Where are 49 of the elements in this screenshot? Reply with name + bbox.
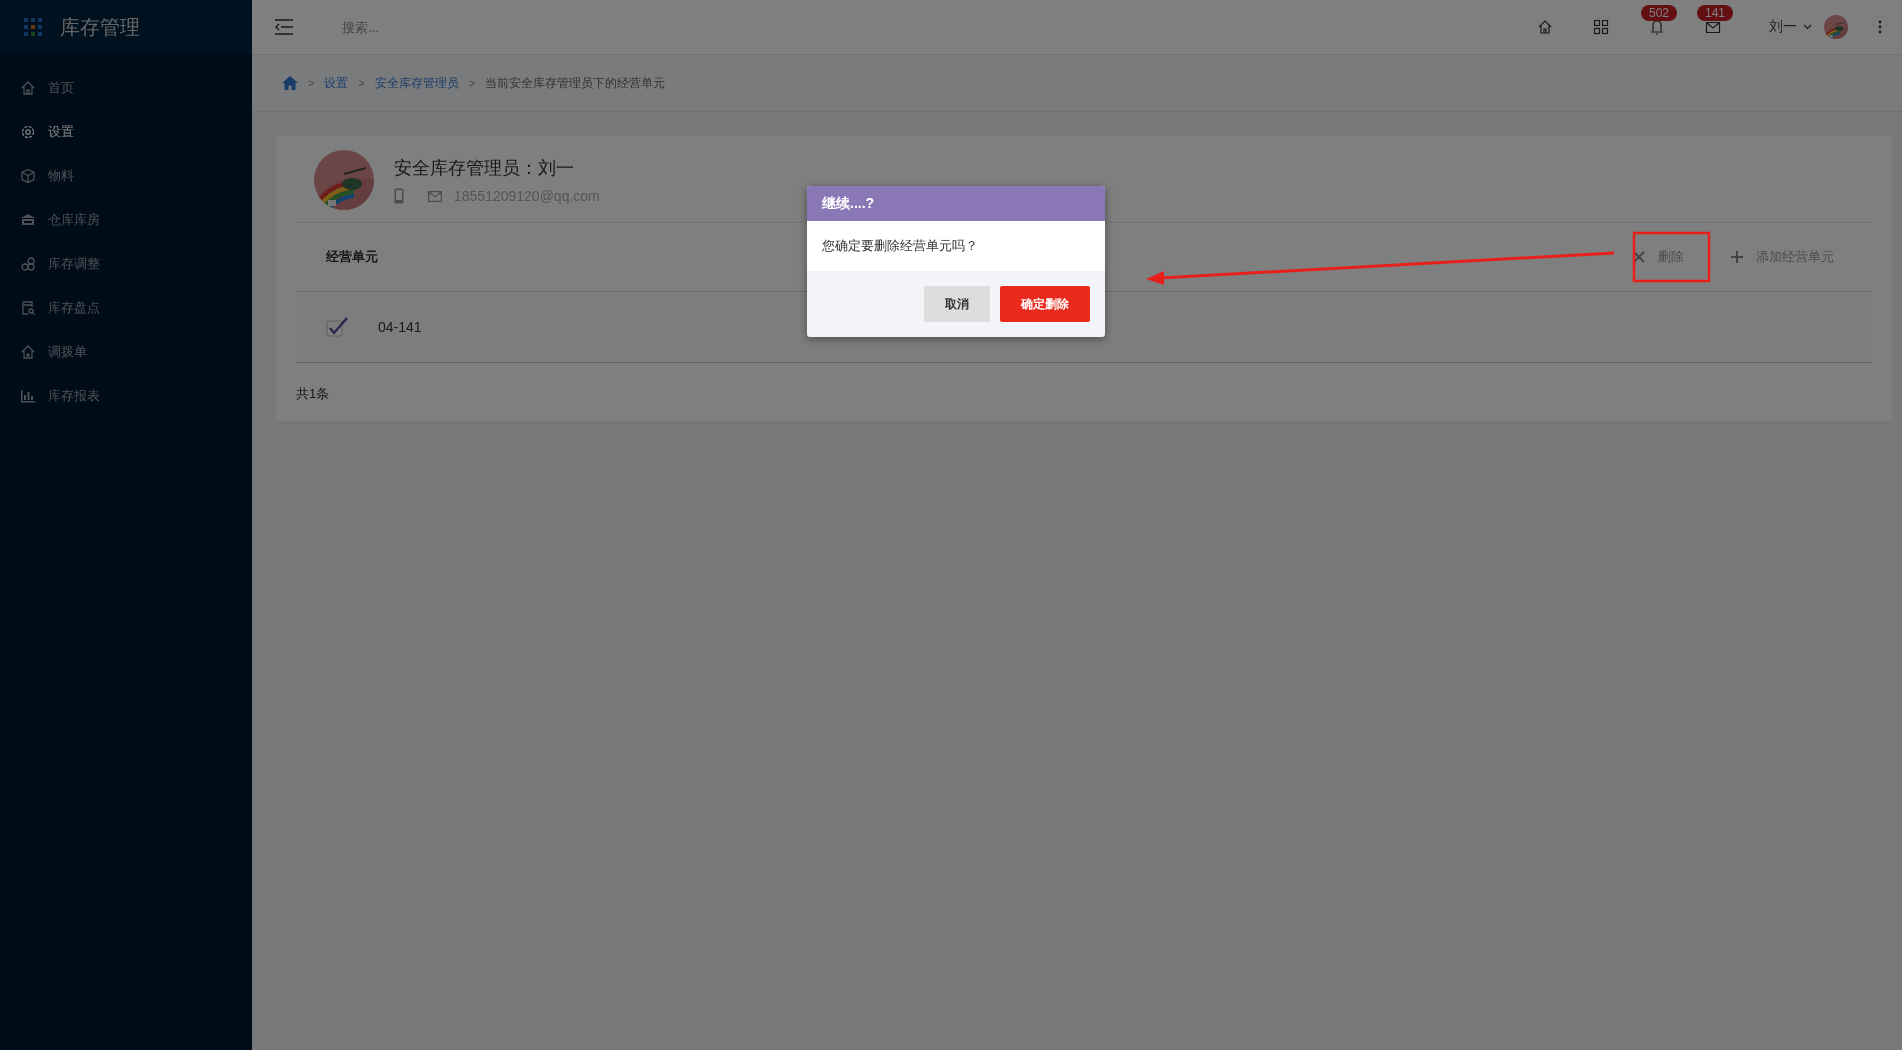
breadcrumb-current: 当前安全库存管理员下的经营单元 [485,74,666,92]
total-count: 共1条 [296,385,331,403]
section-title: 经营单元 [326,248,378,266]
menu-item[interactable]: 库存调整 [48,255,100,273]
breadcrumb-separator: > [468,77,476,89]
home-icon [20,80,36,96]
checkbox[interactable] [326,317,350,337]
breadcrumb-separator: > [358,77,365,89]
envelope-icon [428,190,442,202]
bell-icon[interactable] [1649,19,1665,35]
grid-icon[interactable] [1593,19,1609,35]
search-field[interactable]: 搜索... [340,18,644,36]
gear-icon [20,124,36,140]
chevron-down-icon [1803,24,1812,30]
cube-icon [20,168,36,184]
menu-item[interactable]: 物料 [48,167,74,185]
breadcrumb-link[interactable]: 设置 [324,74,349,92]
house-plus-icon [20,344,36,360]
home-icon[interactable] [1537,19,1553,35]
menu-item[interactable]: 首页 [48,79,74,97]
circles-icon [20,256,36,272]
menu-item[interactable]: 设置 [48,123,74,141]
envelope-icon[interactable] [1705,19,1721,35]
plus-icon [1730,250,1744,264]
dialog-message: 您确定要删除经营单元吗？ [807,221,1105,271]
count-badge: 502 [1641,5,1678,21]
bank-icon [20,212,36,228]
document-search-icon [20,300,36,316]
menu-icon[interactable] [274,19,294,35]
count-badge: 141 [1697,5,1734,21]
more-icon[interactable] [1878,20,1882,34]
user-menu[interactable]: 刘一 [1769,18,1812,36]
menu-item[interactable]: 库存盘点 [48,299,100,317]
home-icon[interactable] [282,76,298,90]
confirm-delete-button[interactable]: 确定删除 [1000,286,1090,322]
close-icon [1632,250,1646,264]
dialog-title: 继续....? [807,186,1105,221]
cancel-button[interactable]: 取消 [924,286,990,322]
breadcrumb-separator: > [308,77,315,89]
bar-chart-icon [20,388,36,404]
menu-item[interactable]: 调拨单 [48,343,87,361]
profile-title: 安全库存管理员：刘一 [394,157,575,180]
table-cell: 04-141 [378,319,422,335]
app-grid-icon [24,18,42,36]
phone-icon [394,188,404,204]
app-title: 库存管理 [60,14,140,40]
breadcrumb-link[interactable]: 安全库存管理员 [374,74,459,92]
menu-item[interactable]: 仓库库房 [48,211,100,229]
menu-item[interactable]: 库存报表 [48,387,100,405]
